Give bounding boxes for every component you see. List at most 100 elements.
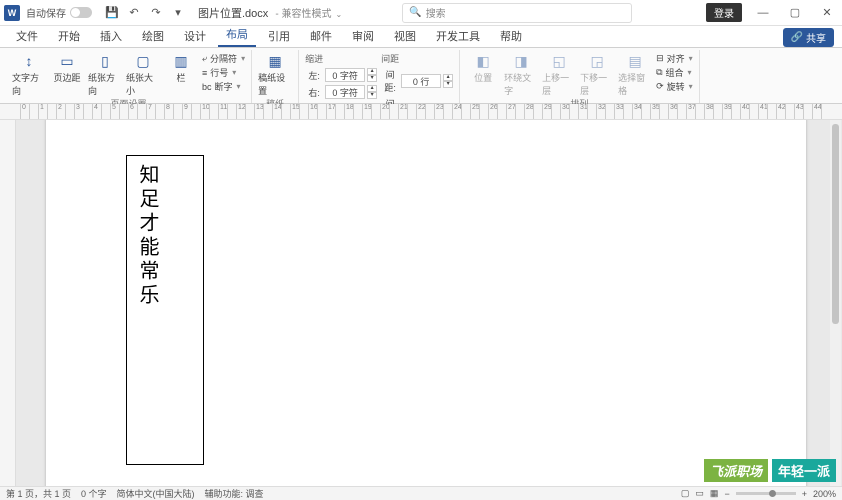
selection-pane-button[interactable]: ▤选择窗格	[618, 52, 652, 97]
workspace: 知足才能常乐	[0, 120, 842, 486]
manuscript-settings-button[interactable]: ▦稿纸设置	[258, 52, 292, 97]
word-app-icon: W	[4, 5, 20, 21]
status-word-count[interactable]: 0 个字	[81, 487, 107, 500]
hyphenation-button[interactable]: bc断字▾	[202, 80, 245, 93]
zoom-slider[interactable]	[736, 492, 796, 495]
spinner-down-icon[interactable]: ▾	[443, 81, 453, 88]
tab-design[interactable]: 设计	[176, 25, 214, 47]
zoom-level[interactable]: 200%	[813, 489, 836, 499]
size-button[interactable]: ▢纸张大小	[126, 52, 160, 97]
autosave-toggle[interactable]: 自动保存	[26, 5, 96, 20]
group-button[interactable]: ⧉组合▾	[656, 66, 693, 79]
quick-access-toolbar: 💾 ↶ ↷ ▾	[104, 5, 186, 21]
line-numbers-button[interactable]: ≡行号▾	[202, 66, 245, 79]
tab-help[interactable]: 帮助	[492, 25, 530, 47]
tab-mailings[interactable]: 邮件	[302, 25, 340, 47]
search-input[interactable]: 🔍 搜索	[402, 3, 632, 23]
autosave-label: 自动保存	[26, 5, 66, 20]
status-language[interactable]: 简体中文(中国大陆)	[117, 487, 195, 500]
maximize-icon[interactable]: ▢	[784, 2, 806, 24]
send-backward-button[interactable]: ◲下移一层	[580, 52, 614, 97]
spinner-up-icon[interactable]: ▴	[367, 68, 377, 75]
title-bar: W 自动保存 💾 ↶ ↷ ▾ 图片位置.docx - 兼容性模式 ⌄ 🔍 搜索 …	[0, 0, 842, 26]
text-direction-icon: ↕	[20, 52, 38, 70]
save-icon[interactable]: 💾	[104, 5, 120, 21]
document-canvas[interactable]: 知足才能常乐	[16, 120, 842, 486]
tab-file[interactable]: 文件	[8, 25, 46, 47]
position-button[interactable]: ◧位置	[466, 52, 500, 84]
orientation-button[interactable]: ▯纸张方向	[88, 52, 122, 97]
align-icon: ⊟	[656, 53, 664, 64]
tab-review[interactable]: 审阅	[344, 25, 382, 47]
group-paragraph: 缩进 左: 0 字符 ▴▾ 右: 0 字符 ▴▾ 间距 间距: 0 行 ▴▾	[299, 50, 460, 103]
group-manuscript: ▦稿纸设置 稿纸	[252, 50, 299, 103]
status-page[interactable]: 第 1 页，共 1 页	[6, 487, 71, 500]
share-button[interactable]: 🔗 共享	[783, 28, 834, 47]
bring-forward-button[interactable]: ◱上移一层	[542, 52, 576, 97]
zoom-out-icon[interactable]: −	[724, 489, 729, 499]
spinner-down-icon[interactable]: ▾	[367, 92, 377, 99]
document-title: 图片位置.docx - 兼容性模式 ⌄	[198, 5, 342, 21]
forward-icon: ◱	[550, 52, 568, 70]
spinner-up-icon[interactable]: ▴	[443, 74, 453, 81]
watermark-part2: 年轻一派	[772, 459, 836, 482]
spacing-before-field[interactable]: 间距: 0 行 ▴▾	[381, 68, 453, 94]
login-button[interactable]: 登录	[706, 3, 742, 22]
toggle-switch-icon[interactable]	[70, 7, 92, 18]
tab-insert[interactable]: 插入	[92, 25, 130, 47]
align-button[interactable]: ⊟对齐▾	[656, 52, 693, 65]
status-bar: 第 1 页，共 1 页 0 个字 简体中文(中国大陆) 辅助功能: 调查 ▢ ▭…	[0, 486, 842, 500]
wrap-icon: ◨	[512, 52, 530, 70]
undo-icon[interactable]: ↶	[126, 5, 142, 21]
view-print-layout-icon[interactable]: ▢	[681, 488, 690, 499]
scrollbar-thumb[interactable]	[832, 124, 839, 324]
line-numbers-icon: ≡	[202, 68, 207, 78]
group-arrange: ◧位置 ◨环绕文字 ◱上移一层 ◲下移一层 ▤选择窗格 ⊟对齐▾ ⧉组合▾ ⟳旋…	[460, 50, 700, 103]
search-icon: 🔍	[409, 7, 421, 18]
compatibility-mode-label: - 兼容性模式	[275, 9, 331, 20]
wrap-text-button[interactable]: ◨环绕文字	[504, 52, 538, 97]
manuscript-icon: ▦	[266, 52, 284, 70]
redo-icon[interactable]: ↷	[148, 5, 164, 21]
margins-button[interactable]: ▭页边距	[50, 52, 84, 84]
columns-button[interactable]: ▥栏	[164, 52, 198, 84]
text-box[interactable]: 知足才能常乐	[126, 155, 204, 465]
title-dropdown-icon[interactable]: ⌄	[336, 10, 343, 19]
rotate-icon: ⟳	[656, 81, 664, 92]
minimize-icon[interactable]: —	[752, 2, 774, 24]
spinner-down-icon[interactable]: ▾	[367, 75, 377, 82]
qat-dropdown-icon[interactable]: ▾	[170, 5, 186, 21]
indent-right-field[interactable]: 右: 0 字符 ▴▾	[305, 85, 377, 99]
tab-home[interactable]: 开始	[50, 25, 88, 47]
view-read-mode-icon[interactable]: ▭	[695, 488, 704, 499]
breaks-icon: ⤶	[202, 53, 207, 64]
tab-developer[interactable]: 开发工具	[428, 25, 488, 47]
selection-pane-icon: ▤	[626, 52, 644, 70]
zoom-in-icon[interactable]: +	[802, 489, 807, 499]
indent-left-field[interactable]: 左: 0 字符 ▴▾	[305, 68, 377, 82]
vertical-text-content: 知足才能常乐	[131, 164, 163, 308]
close-icon[interactable]: ✕	[816, 2, 838, 24]
size-icon: ▢	[134, 52, 152, 70]
margins-icon: ▭	[58, 52, 76, 70]
page[interactable]: 知足才能常乐	[46, 120, 806, 486]
tab-view[interactable]: 视图	[386, 25, 424, 47]
vertical-ruler[interactable]	[0, 120, 16, 486]
vertical-scrollbar[interactable]	[830, 120, 841, 486]
breaks-button[interactable]: ⤶分隔符▾	[202, 52, 245, 65]
group-icon: ⧉	[656, 67, 662, 78]
tab-layout[interactable]: 布局	[218, 23, 256, 47]
rotate-button[interactable]: ⟳旋转▾	[656, 80, 693, 93]
tab-references[interactable]: 引用	[260, 25, 298, 47]
backward-icon: ◲	[588, 52, 606, 70]
group-page-setup: ↕文字方向 ▭页边距 ▯纸张方向 ▢纸张大小 ▥栏 ⤶分隔符▾ ≡行号▾ bc断…	[6, 50, 252, 103]
horizontal-ruler[interactable]: 0123456789101112131415161718192021222324…	[0, 104, 842, 120]
text-direction-button[interactable]: ↕文字方向	[12, 52, 46, 97]
view-web-layout-icon[interactable]: ▦	[710, 488, 719, 499]
hyphenation-icon: bc	[202, 82, 212, 92]
tab-draw[interactable]: 绘图	[134, 25, 172, 47]
watermark-part1: 飞派职场	[704, 459, 768, 482]
spinner-up-icon[interactable]: ▴	[367, 85, 377, 92]
share-icon: 🔗	[791, 32, 803, 43]
status-accessibility[interactable]: 辅助功能: 调查	[205, 487, 264, 500]
